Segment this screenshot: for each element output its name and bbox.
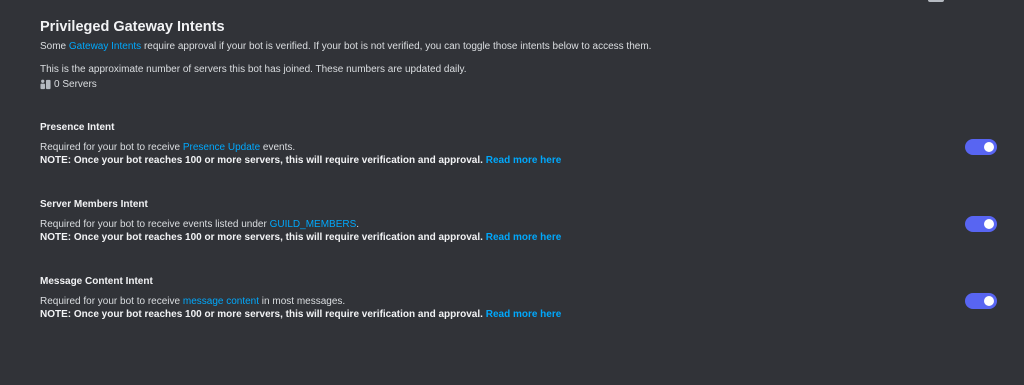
intent-note-text: NOTE: Once your bot reaches 100 or more …	[40, 155, 483, 166]
server-count-label: 0 Servers	[54, 79, 97, 90]
toggle-knob	[984, 142, 994, 152]
presence-update-link[interactable]: Presence Update	[183, 142, 260, 153]
scroll-edge-indicator	[928, 0, 944, 2]
intent-description: Required for your bot to receive message…	[40, 295, 984, 308]
approx-servers-note: This is the approximate number of server…	[40, 64, 467, 75]
intent-description-prefix: Required for your bot to receive	[40, 296, 183, 307]
intent-note: NOTE: Once your bot reaches 100 or more …	[40, 231, 984, 244]
read-more-link[interactable]: Read more here	[486, 309, 562, 320]
intent-title: Server Members Intent	[40, 199, 148, 210]
server-members-intent: Server Members Intent Required for your …	[40, 199, 984, 244]
intent-title: Message Content Intent	[40, 276, 153, 287]
description-suffix: require approval if your bot is verified…	[141, 41, 652, 52]
toggle-knob	[984, 219, 994, 229]
message-content-intent: Message Content Intent Required for your…	[40, 276, 984, 321]
intent-note-text: NOTE: Once your bot reaches 100 or more …	[40, 309, 483, 320]
presence-intent-toggle[interactable]	[965, 139, 997, 155]
read-more-link[interactable]: Read more here	[486, 155, 562, 166]
message-content-link[interactable]: message content	[183, 296, 259, 307]
message-content-intent-toggle[interactable]	[965, 293, 997, 309]
presence-intent: Presence Intent Required for your bot to…	[40, 122, 984, 167]
description-prefix: Some	[40, 41, 69, 52]
server-members-intent-toggle[interactable]	[965, 216, 997, 232]
intent-description-prefix: Required for your bot to receive events …	[40, 219, 270, 230]
intent-note: NOTE: Once your bot reaches 100 or more …	[40, 308, 984, 321]
guild-members-link[interactable]: GUILD_MEMBERS	[270, 219, 357, 230]
gateway-intents-link[interactable]: Gateway Intents	[69, 41, 141, 52]
intent-title: Presence Intent	[40, 122, 115, 133]
server-count: 0 Servers	[40, 79, 97, 90]
read-more-link[interactable]: Read more here	[486, 232, 562, 243]
intent-description-suffix: .	[356, 219, 360, 230]
section-title: Privileged Gateway Intents	[40, 19, 225, 35]
servers-icon	[40, 79, 51, 90]
intent-description-suffix: events.	[260, 142, 296, 153]
toggle-knob	[984, 296, 994, 306]
privileged-intents-panel: Privileged Gateway Intents Some Gateway …	[0, 0, 1024, 385]
gateway-intents-description: Some Gateway Intents require approval if…	[40, 41, 651, 52]
intent-note-text: NOTE: Once your bot reaches 100 or more …	[40, 232, 483, 243]
intent-description: Required for your bot to receive events …	[40, 218, 984, 231]
intent-description-prefix: Required for your bot to receive	[40, 142, 183, 153]
intent-description: Required for your bot to receive Presenc…	[40, 141, 984, 154]
intent-note: NOTE: Once your bot reaches 100 or more …	[40, 154, 984, 167]
intent-description-suffix: in most messages.	[259, 296, 346, 307]
